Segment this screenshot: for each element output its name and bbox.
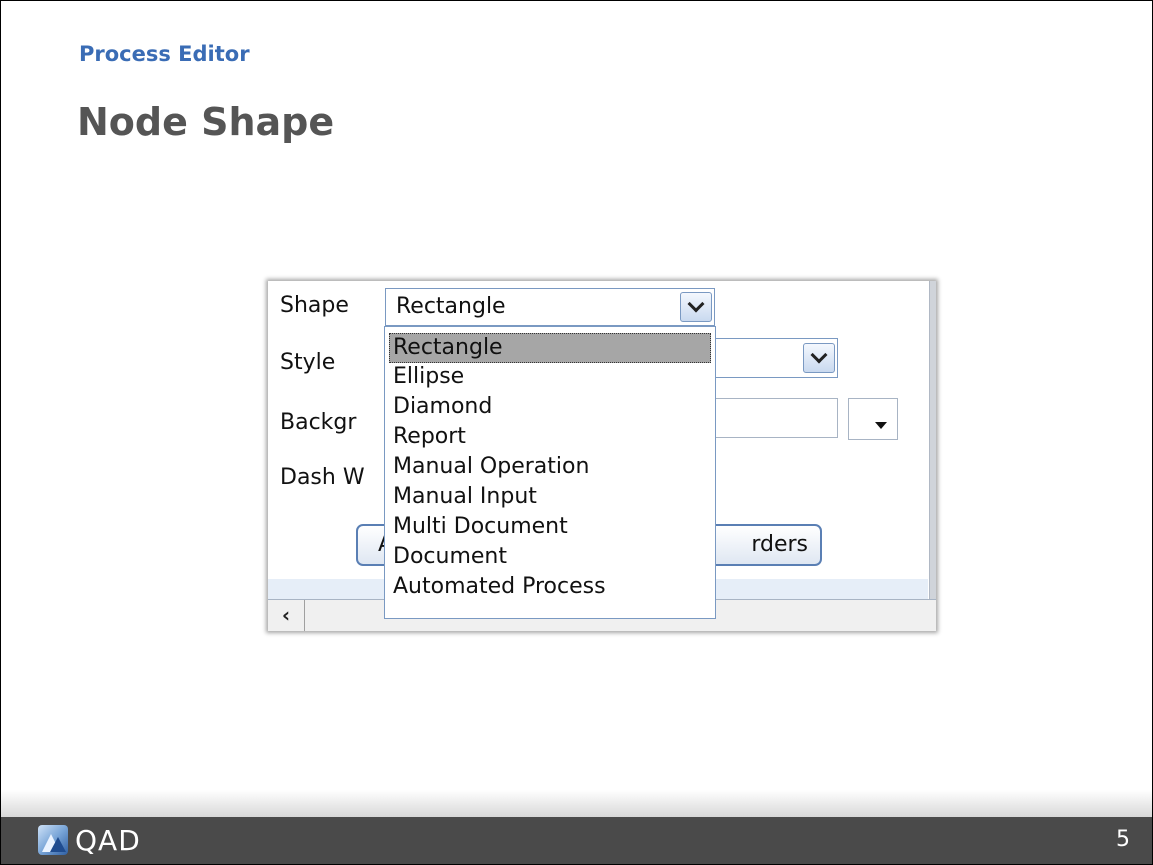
shape-option-diamond[interactable]: Diamond	[389, 393, 711, 423]
style-label: Style	[280, 350, 336, 375]
shape-option-multi-document[interactable]: Multi Document	[389, 513, 711, 543]
shape-option-report[interactable]: Report	[389, 423, 711, 453]
shape-select-value: Rectangle	[396, 294, 506, 319]
scroll-left-button[interactable]: ‹	[268, 600, 305, 631]
background-label: Backgr	[280, 410, 357, 435]
chevron-down-icon	[687, 295, 705, 313]
logo-text: QAD	[75, 824, 141, 857]
shape-option-rectangle[interactable]: Rectangle	[389, 333, 711, 363]
section-title: Process Editor	[79, 42, 250, 66]
page-number: 5	[1116, 827, 1130, 852]
shape-option-ellipse[interactable]: Ellipse	[389, 363, 711, 393]
style-select[interactable]	[698, 338, 838, 378]
style-dropdown-button[interactable]	[803, 343, 835, 373]
vertical-scrollbar[interactable]	[929, 281, 936, 599]
shape-dropdown-button[interactable]	[680, 292, 712, 322]
shape-option-document[interactable]: Document	[389, 543, 711, 573]
color-picker-button[interactable]	[848, 398, 898, 440]
shape-option-automated-process[interactable]: Automated Process	[389, 573, 711, 603]
qad-logo-icon	[38, 825, 68, 855]
background-color-field[interactable]	[698, 398, 838, 438]
footer-bar: QAD 5	[1, 817, 1152, 864]
chevron-down-icon	[810, 346, 828, 364]
dash-width-label: Dash W	[280, 465, 365, 490]
shape-option-manual-operation[interactable]: Manual Operation	[389, 453, 711, 483]
shape-label: Shape	[280, 293, 349, 318]
slide-heading: Node Shape	[77, 100, 335, 144]
footer-shadow	[1, 790, 1152, 817]
shape-dropdown-list[interactable]: Rectangle Ellipse Diamond Report Manual …	[384, 326, 716, 619]
dropdown-arrow-icon	[875, 422, 887, 429]
node-properties-panel: Shape Rectangle Style Backgr Dash W A rd…	[268, 281, 936, 631]
shape-option-manual-input[interactable]: Manual Input	[389, 483, 711, 513]
shape-select[interactable]: Rectangle	[385, 288, 715, 326]
